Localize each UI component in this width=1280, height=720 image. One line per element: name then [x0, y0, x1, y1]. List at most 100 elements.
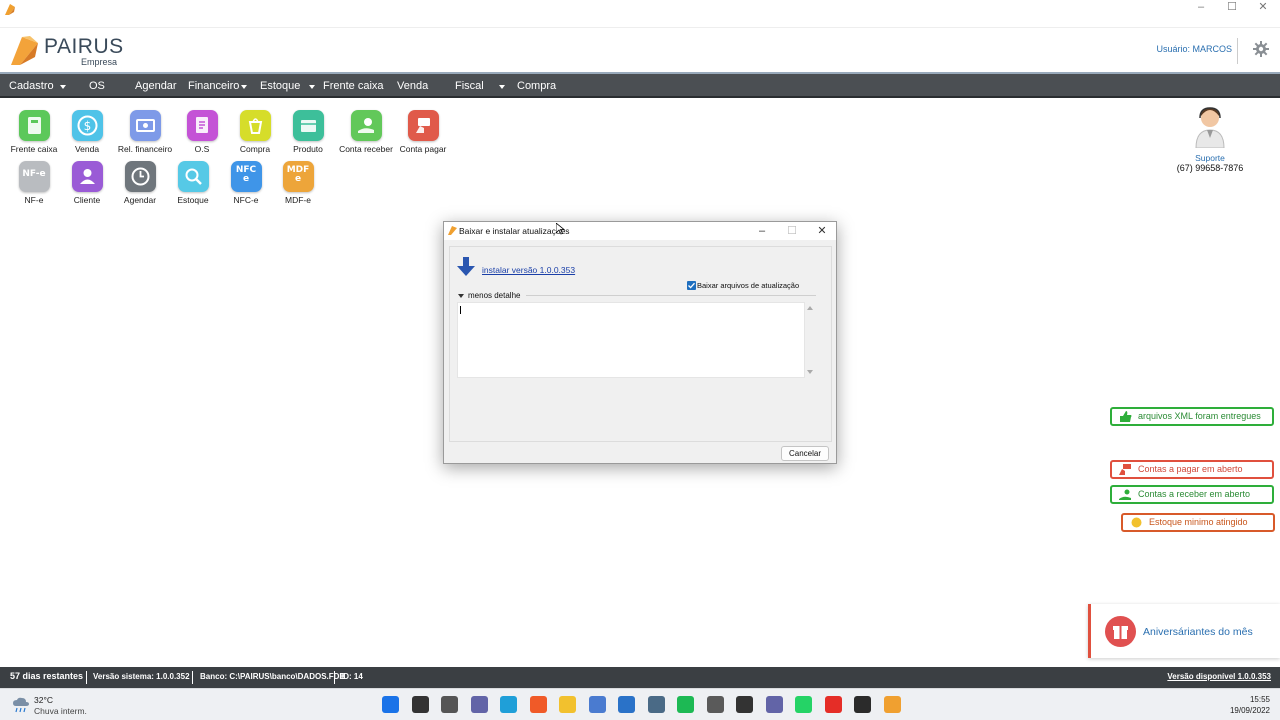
dialog-close-button[interactable]: ✕	[814, 224, 830, 238]
edge-icon[interactable]	[500, 696, 517, 713]
client-icon	[71, 161, 103, 192]
close-button[interactable]: ✕	[1248, 0, 1278, 14]
system-clock[interactable]: 15:55 19/09/2022	[1230, 694, 1270, 716]
gear-icon[interactable]	[1253, 41, 1269, 57]
birthday-panel[interactable]: Aniversáriantes do mês	[1088, 604, 1280, 658]
details-expander[interactable]: menos detalhe	[458, 291, 520, 300]
log-scrollbar[interactable]	[805, 302, 815, 378]
user-label: Usuário: MARCOS	[1156, 44, 1232, 54]
brave-icon[interactable]	[529, 696, 547, 713]
alert-label: Contas a receber em aberto	[1138, 489, 1251, 499]
spotify-icon[interactable]	[677, 696, 694, 713]
pay-money-icon	[407, 110, 439, 141]
database-path: Banco: C:\PAIRUS\banco\DADOS.FDB	[200, 672, 346, 681]
teams-chat-icon[interactable]	[470, 696, 488, 713]
license-days: 57 dias restantes	[10, 671, 84, 681]
shortcut-label: Estoque	[177, 195, 209, 205]
menu-venda[interactable]: Venda	[397, 80, 428, 92]
pairus-logo-icon	[11, 36, 38, 65]
cash-register-icon	[18, 110, 50, 141]
task-view-icon[interactable]	[441, 696, 458, 713]
details-log-textarea[interactable]	[457, 302, 805, 378]
app-icon[interactable]	[854, 696, 871, 713]
shortcut-nfe[interactable]: NF-e NF-e	[4, 161, 64, 205]
shortcut-label: NFC-e	[233, 195, 259, 205]
maximize-button[interactable]: ☐	[1217, 0, 1247, 14]
alert-contas-pagar[interactable]: Contas a pagar em aberto	[1110, 460, 1274, 479]
alert-label: Estoque minimo atingido	[1149, 517, 1248, 527]
stock-search-icon	[177, 161, 209, 192]
shortcut-label: Conta pagar	[399, 144, 447, 154]
weather-widget[interactable]: 32°C Chuva interm.	[12, 695, 112, 717]
menu-os[interactable]: OS	[89, 80, 105, 92]
alert-contas-receber[interactable]: Contas a receber em aberto	[1110, 485, 1274, 504]
shortcut-rel-financeiro[interactable]: Rel. financeiro	[115, 110, 175, 154]
brand-name: PAIRUS	[44, 35, 124, 58]
store-icon[interactable]	[588, 696, 606, 713]
shortcut-label: Rel. financeiro	[117, 144, 173, 154]
money-report-icon	[129, 110, 161, 141]
search-icon[interactable]	[411, 696, 429, 713]
dialog-title: Baixar e instalar atualizações	[459, 226, 570, 236]
dollar-icon: $	[71, 110, 103, 141]
whatsapp-icon[interactable]	[795, 696, 812, 713]
chevron-down-icon[interactable]	[241, 85, 247, 89]
minimize-button[interactable]: –	[1186, 0, 1216, 14]
menu-estoque[interactable]: Estoque	[260, 80, 300, 92]
pairus-icon[interactable]	[883, 696, 901, 713]
notes-icon[interactable]	[736, 696, 753, 713]
birthday-label: Aniversáriantes do mês	[1143, 626, 1253, 638]
chevron-down-icon[interactable]	[499, 85, 505, 89]
menu-cadastro[interactable]: Cadastro	[9, 80, 54, 92]
system-version: Versão sistema: 1.0.0.352	[93, 672, 190, 681]
weather-temp: 32°C	[34, 695, 53, 705]
scroll-up-icon[interactable]	[807, 306, 813, 310]
shortcut-compra[interactable]: Compra	[225, 110, 285, 154]
cancel-button[interactable]: Cancelar	[781, 446, 829, 461]
shortcut-mdfe[interactable]: MDF e MDF-e	[268, 161, 328, 205]
shortcut-label: Conta receber	[339, 144, 393, 154]
menu-financeiro[interactable]: Financeiro	[188, 80, 239, 92]
shortcut-label: O.S	[194, 144, 210, 154]
menu-fiscal[interactable]: Fiscal	[455, 80, 484, 92]
install-version-link[interactable]: instalar versão 1.0.0.353	[482, 265, 575, 275]
shortcut-venda[interactable]: $ Venda	[57, 110, 117, 154]
pairus-logo-icon	[448, 226, 457, 235]
shortcut-conta-receber[interactable]: Conta receber	[336, 110, 396, 154]
alert-estoque-minimo[interactable]: Estoque minimo atingido	[1121, 513, 1275, 532]
support-contact[interactable]: Suporte (67) 99658-7876	[1176, 104, 1244, 173]
chevron-down-icon[interactable]	[60, 85, 66, 89]
start-icon[interactable]	[382, 696, 399, 713]
shortcut-frente-caixa[interactable]: Frente caixa	[4, 110, 64, 154]
support-label: Suporte	[1195, 153, 1225, 163]
shortcut-nfce[interactable]: NFC e NFC-e	[216, 161, 276, 205]
download-files-checkbox[interactable]	[687, 281, 696, 290]
dialog-minimize-button[interactable]: –	[754, 224, 770, 238]
scroll-down-icon[interactable]	[807, 370, 813, 374]
chevron-down-icon[interactable]	[309, 85, 315, 89]
browser-icon[interactable]	[706, 696, 724, 713]
shortcut-os[interactable]: O.S	[172, 110, 232, 154]
alert-label: arquivos XML foram entregues	[1138, 411, 1261, 421]
mail-icon[interactable]	[618, 696, 635, 713]
product-box-icon	[292, 110, 324, 141]
explorer-icon[interactable]	[559, 696, 576, 713]
shortcut-estoque[interactable]: Estoque	[163, 161, 223, 205]
shortcut-produto[interactable]: Produto	[278, 110, 338, 154]
shortcut-conta-pagar[interactable]: Conta pagar	[393, 110, 453, 154]
warning-icon	[1131, 517, 1142, 528]
alert-xml-delivered[interactable]: arquivos XML foram entregues	[1110, 407, 1274, 426]
menu-agendar[interactable]: Agendar	[135, 80, 177, 92]
shortcut-cliente[interactable]: Cliente	[57, 161, 117, 205]
youtube-icon[interactable]	[824, 696, 842, 713]
menu-frente-caixa[interactable]: Frente caixa	[323, 80, 384, 92]
weather-desc: Chuva interm.	[34, 706, 87, 716]
pairus-logo-icon	[5, 4, 15, 15]
shortcut-agendar[interactable]: Agendar	[110, 161, 170, 205]
windows-taskbar: 32°C Chuva interm. 15:55 19/09/2022	[0, 688, 1280, 720]
calculator-icon[interactable]	[647, 696, 665, 713]
teams-icon[interactable]	[765, 696, 783, 713]
available-version-link[interactable]: Versão disponível 1.0.0.353	[1167, 672, 1271, 681]
shortcut-label: Venda	[74, 144, 100, 154]
menu-compra[interactable]: Compra	[517, 80, 556, 92]
